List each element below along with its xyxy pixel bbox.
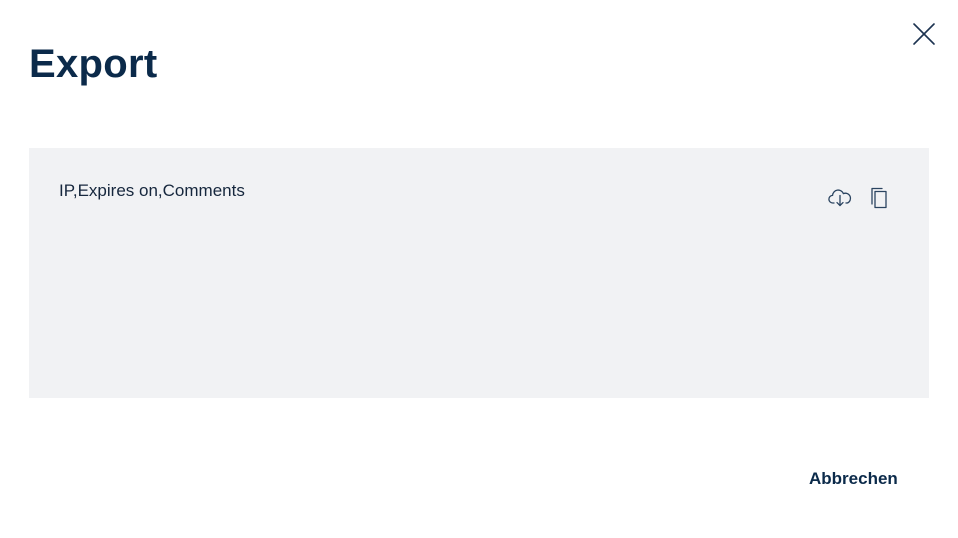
copy-icon [871, 187, 887, 209]
download-button[interactable] [827, 185, 853, 211]
cloud-download-icon [828, 189, 852, 207]
close-icon [913, 23, 935, 45]
cancel-button[interactable]: Abbrechen [809, 468, 898, 490]
copy-button[interactable] [867, 185, 893, 211]
export-content-box: IP,Expires on,Comments [29, 148, 929, 398]
close-button[interactable] [910, 20, 938, 48]
export-csv-text: IP,Expires on,Comments [59, 181, 245, 200]
export-dialog: Export IP,Expires on,Comments Abbrechen [0, 0, 958, 538]
dialog-title: Export [29, 42, 158, 86]
